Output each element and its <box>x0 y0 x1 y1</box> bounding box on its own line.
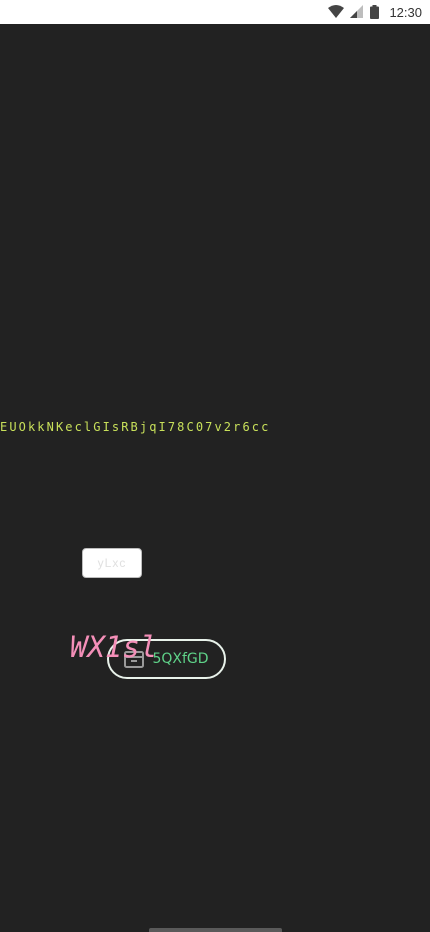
signal-icon <box>350 5 364 18</box>
wifi-icon <box>328 5 345 18</box>
home-indicator[interactable] <box>149 928 282 932</box>
archive-button[interactable]: 5QXfGD <box>107 639 226 679</box>
status-time: 12:30 <box>389 4 422 20</box>
text-input[interactable] <box>82 548 142 578</box>
app-screen: 12:30 EUOkkNKeclGIsRBjqI78C07v2r6cc 5QXf… <box>0 0 430 932</box>
status-bar: 12:30 <box>0 0 430 24</box>
archive-icon <box>124 651 145 668</box>
battery-icon <box>370 5 380 19</box>
archive-button-label: 5QXfGD <box>152 651 209 667</box>
code-text: EUOkkNKeclGIsRBjqI78C07v2r6cc <box>0 420 271 434</box>
status-icons: 12:30 <box>328 0 422 24</box>
